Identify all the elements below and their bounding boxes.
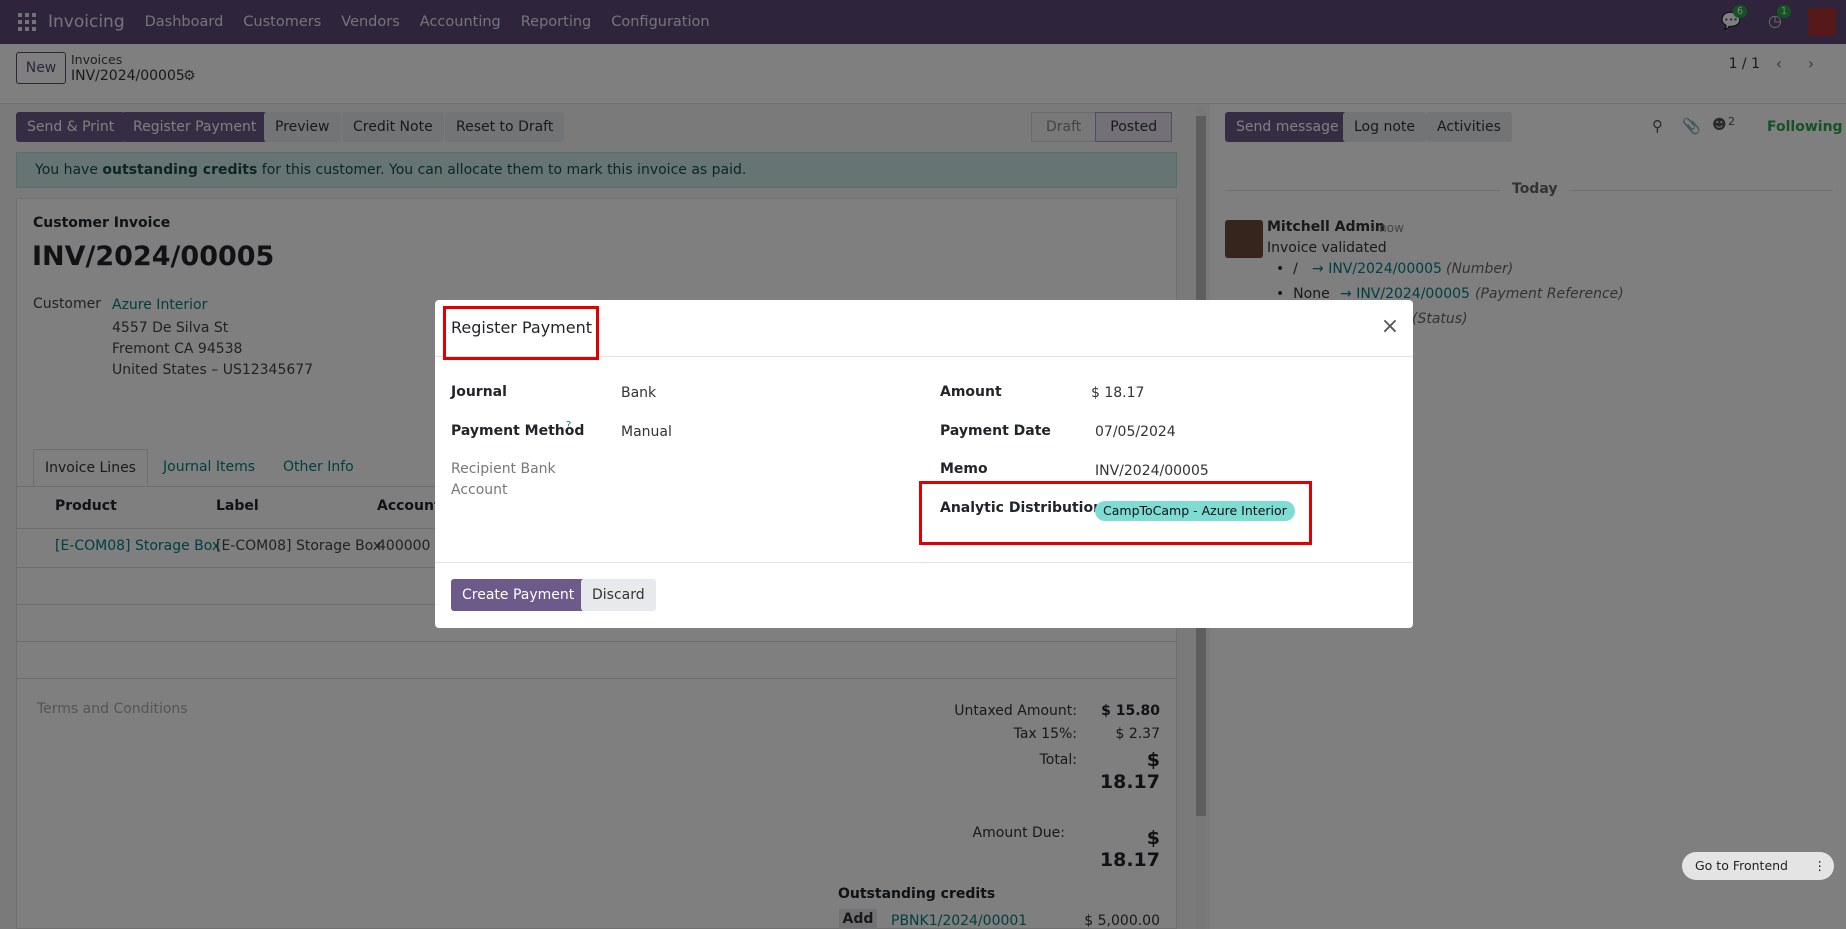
register-payment-dialog: Register Payment × Journal Bank Payment … — [435, 300, 1413, 628]
recipient-bank-label-line-2: Account — [451, 482, 508, 498]
journal-label: Journal — [451, 384, 507, 400]
more-options-icon[interactable]: ⋮ — [1814, 852, 1827, 880]
amount-label: Amount — [940, 384, 1002, 400]
title-highlight-box — [443, 306, 599, 360]
create-payment-button[interactable]: Create Payment — [451, 579, 586, 611]
memo-label: Memo — [940, 461, 988, 477]
go-to-frontend-button[interactable]: Go to Frontend ⋮ — [1682, 852, 1834, 880]
discard-button[interactable]: Discard — [581, 579, 656, 611]
analytic-highlight-box — [919, 481, 1312, 545]
payment-method-field[interactable]: Manual — [621, 424, 672, 440]
dialog-header: Register Payment × — [435, 300, 1413, 360]
amount-field[interactable]: $ 18.17 — [1091, 385, 1144, 401]
close-icon[interactable]: × — [1380, 316, 1400, 338]
payment-date-label: Payment Date — [940, 423, 1051, 439]
payment-method-label: Payment Method — [451, 423, 585, 439]
memo-field[interactable]: INV/2024/00005 — [1095, 463, 1209, 479]
help-tooltip-icon[interactable]: ? — [566, 420, 571, 431]
recipient-bank-label-line-1: Recipient Bank — [451, 461, 556, 477]
journal-field[interactable]: Bank — [621, 385, 656, 401]
payment-date-field[interactable]: 07/05/2024 — [1095, 424, 1176, 440]
go-to-frontend-label: Go to Frontend — [1695, 858, 1788, 873]
